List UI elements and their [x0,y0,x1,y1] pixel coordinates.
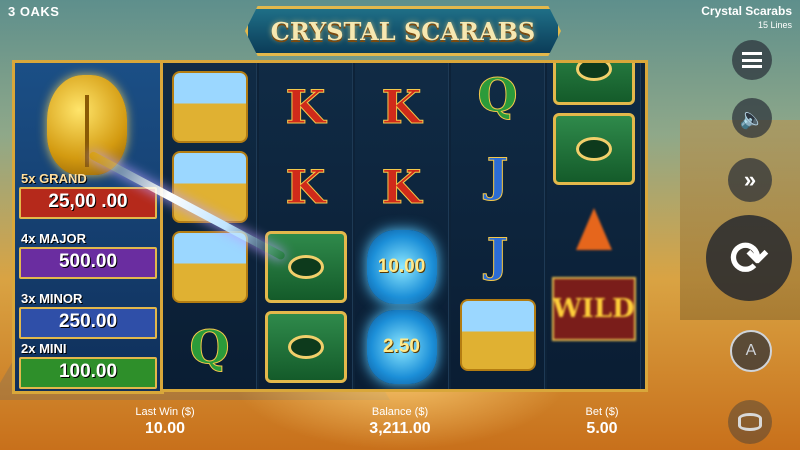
reel-cell: WILD [547,267,640,351]
symbol-k: K [381,80,422,135]
reel-4: QJJ [451,63,545,389]
bet-settings-button[interactable] [728,400,772,444]
spin-icon: ⟳ [729,232,769,284]
eye-pupil [575,63,612,81]
eye-of-horus-symbol-icon [552,113,635,185]
jackpot-minor-label: 3x MINOR [21,291,83,306]
last-win-label: Last Win ($) [135,406,195,418]
reel-cell: 10.00 [355,225,448,309]
reel-2: KK [259,63,353,389]
eye-pupil [287,255,324,279]
brand-logo: 3 OAKS [8,4,60,19]
turbo-button[interactable]: » [728,158,772,202]
menu-button[interactable] [732,40,772,80]
game-title: Crystal Scarabs [701,4,792,18]
balance: Balance ($) 3,211.00 [350,406,450,438]
reel-cell [451,293,544,377]
balance-value: 3,211.00 [369,420,431,437]
jackpot-panel: 5x GRAND 25,00 .00 4x MAJOR 500.00 3x MI… [12,60,164,394]
turbo-icon: » [743,167,757,192]
symbol-j: J [486,228,509,283]
symbol-k: K [381,160,422,215]
balance-label: Balance ($) [371,406,429,418]
eye-of-horus-symbol-icon [552,63,635,105]
symbol-j: J [486,148,509,203]
coins-icon [738,413,762,431]
game-lines: 15 Lines [757,20,792,30]
reel-cell [259,305,352,389]
game-logo: CRYSTAL SCARABS [245,6,561,56]
eye-pupil [575,137,612,161]
arrow-symbol-icon [575,208,612,250]
jackpot-major-value: 500.00 [19,247,157,279]
jackpot-mini-value: 100.00 [19,357,157,389]
jackpot-mini-label: 2x MINI [21,341,67,356]
crown-symbol-icon [171,71,248,143]
reel-3: K K 10.00 2.50 [355,63,449,389]
symbol-k: K [285,80,326,135]
reel-cell: J [451,213,544,297]
reel-cell: J [451,133,544,217]
golden-scarab-icon [47,75,127,175]
last-win-value: 10.00 [144,420,186,437]
sound-icon: 🔈 [739,107,765,130]
jackpot-major-label: 4x MAJOR [21,231,87,246]
last-win: Last Win ($) 10.00 [132,406,198,438]
crystal-scarab-symbol: 10.00 [366,230,437,304]
symbol-q: Q [189,320,230,375]
reel-cell [259,225,352,309]
reel-cell: Q [163,305,256,389]
bet-value: 5.00 [586,420,618,437]
wild-symbol: WILD [551,277,636,341]
crystal-scarab-symbol: 2.50 [366,310,437,384]
game-info: Crystal Scarabs 15 Lines [701,4,792,30]
reel-cell: K [259,65,352,149]
game-logo-text: CRYSTAL SCARABS [270,16,536,46]
sound-button[interactable]: 🔈 [732,98,772,138]
reel-cell: K [259,145,352,229]
reel-cell: 2.50 [355,305,448,389]
symbol-k: K [285,160,326,215]
reel-cell [163,65,256,149]
reel-cell: K [355,65,448,149]
symbol-q: Q [477,68,518,123]
spin-button[interactable]: ⟳ [706,215,792,301]
reel-5: WILD [547,63,641,389]
bet-label: Bet ($) [585,406,619,418]
crown-symbol-icon [459,299,536,371]
autoplay-icon: A [745,342,757,359]
reel-cell [547,63,640,111]
jackpot-major: 4x MAJOR 500.00 [15,231,161,279]
reel-cell [547,107,640,191]
autoplay-button[interactable]: A [730,330,772,372]
jackpot-grand-value: 25,00 .00 [19,187,157,219]
menu-icon [742,52,762,68]
eye-of-horus-symbol-icon [264,311,347,383]
eye-of-horus-symbol-icon [264,231,347,303]
eye-pupil [287,335,324,359]
reel-cell: K [355,145,448,229]
reel-cell [547,187,640,271]
jackpot-mini: 2x MINI 100.00 [15,341,161,389]
jackpot-minor-value: 250.00 [19,307,157,339]
jackpot-minor: 3x MINOR 250.00 [15,291,161,339]
reel-1: Q [163,63,257,389]
bet: Bet ($) 5.00 [572,406,632,438]
reel-cell: Q [451,63,544,137]
crown-symbol-icon [171,231,248,303]
